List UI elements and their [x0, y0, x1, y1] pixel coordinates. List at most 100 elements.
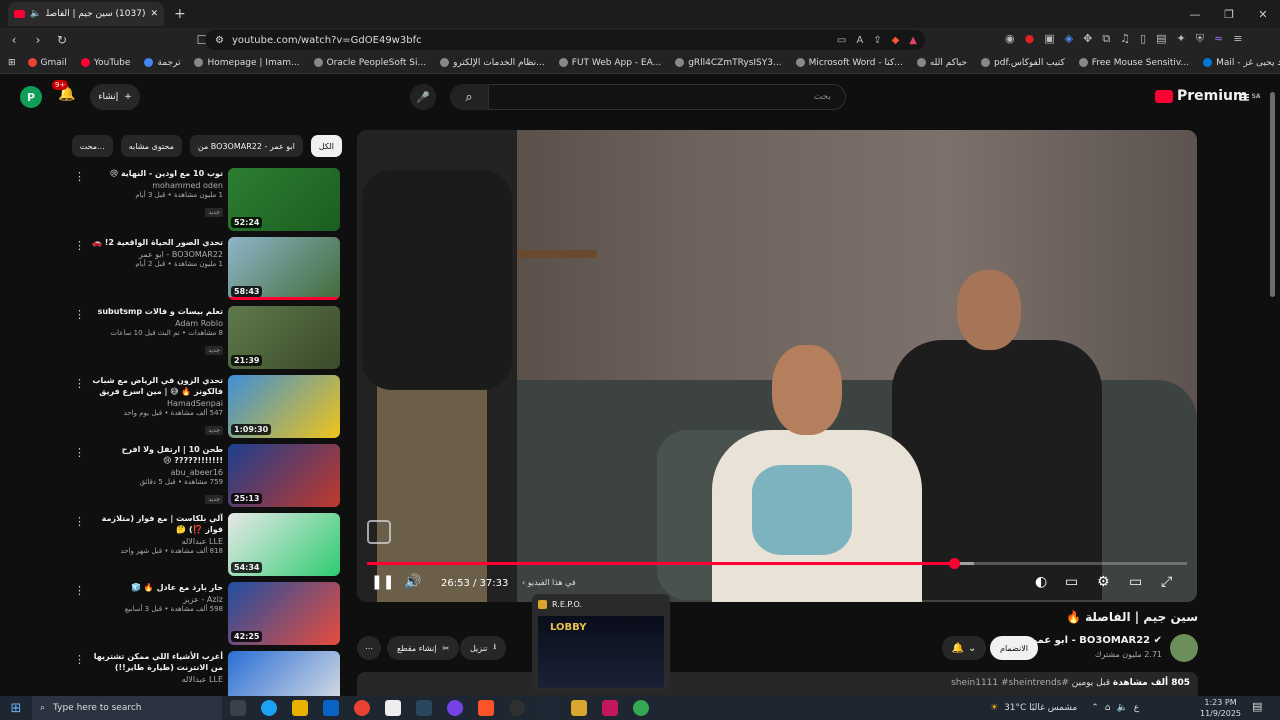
volume-icon[interactable]: 🔊 [404, 574, 421, 590]
bookmark-link[interactable]: gRll4CZmTRysISY3... [675, 58, 782, 68]
weather-icon[interactable]: ☀ [990, 703, 998, 713]
omnibox[interactable]: ⚙ youtube.com/watch?v=GdOE49w3bfc ▭ A ⇪ … [205, 30, 925, 50]
bookmark-pdf[interactable]: pdf.كتيب الفوكاس [981, 58, 1065, 68]
recommendation-title[interactable]: طحن 10 | ارتفل ولا افرح !!!!!!!????? 😢 [90, 444, 223, 466]
vpn-icon[interactable]: ⛨ [1196, 32, 1204, 46]
voice-search-icon[interactable]: 🎤 [410, 84, 436, 110]
taskbar-clock[interactable]: 1:23 PM 11/9/2025 [1200, 697, 1241, 719]
task-view-icon[interactable] [230, 700, 246, 716]
chip-more[interactable]: محت... [71, 135, 113, 157]
bookmark-translate[interactable]: ترجمة [144, 58, 180, 68]
more-vert-icon[interactable]: ⋮ [74, 515, 85, 528]
apps-grid-icon[interactable]: ⊞ [8, 58, 16, 68]
channel-avatar[interactable] [1170, 634, 1198, 662]
minimize-button[interactable]: — [1178, 0, 1212, 28]
brave-rewards-icon[interactable]: ▲ [909, 35, 917, 46]
recommendation-item[interactable]: ⋮ أغرب الأشياء اللي ممكن تشتريها من الانت… [60, 651, 342, 696]
search-input[interactable]: بحث [488, 84, 846, 110]
forward-button[interactable]: › [28, 33, 48, 47]
recommendation-title[interactable]: تحدي الزون في الرياض مع شباب فالكونز 🔥 😅… [90, 375, 223, 397]
recommendation-channel[interactable]: LLE عبدالاله [90, 537, 223, 546]
recommendation-thumbnail[interactable]: 42:25 [228, 582, 340, 645]
description-box[interactable]: 805 ألف مشاهدة قبل يومين #shein1111 #she… [357, 672, 1198, 696]
recommendation-thumbnail[interactable] [228, 651, 340, 696]
recommendation-channel[interactable]: mohammed oden [90, 181, 223, 190]
chevron-up-icon[interactable]: ⌃ [1091, 703, 1099, 713]
browser-tab[interactable]: 🔈 (1037) سين جيم | الفاصلة 🔥 ✕ [8, 2, 164, 26]
share-icon[interactable]: ⇪ [873, 35, 881, 46]
recommendation-item[interactable]: ⋮ طحن 10 | ارتفل ولا افرح !!!!!!!????? 😢 a… [60, 444, 342, 513]
more-vert-icon[interactable]: ⋮ [74, 377, 85, 390]
speaker-icon[interactable]: 🔈 [30, 9, 41, 19]
recommendation-thumbnail[interactable]: 52:24 [228, 168, 340, 231]
guide-menu-icon[interactable]: ≡ [1238, 88, 1251, 106]
page-scrollbar[interactable] [1268, 92, 1276, 692]
more-vert-icon[interactable]: ⋮ [74, 446, 85, 459]
recommendation-item[interactable]: ⋮ تحدي الزون في الرياض مع شباب فالكونز 🔥 … [60, 375, 342, 444]
recommendation-item[interactable]: ⋮ آلي بلكاست | مع فواز (متلازمة فواز ⁉️) … [60, 513, 342, 582]
tab-close-icon[interactable]: ✕ [150, 9, 158, 19]
notifications-bell-icon[interactable]: 🔔 9+ [52, 80, 75, 102]
notification-center-icon[interactable]: ▤ [1252, 700, 1262, 713]
bookmark-word[interactable]: Microsoft Word - كتا... [795, 58, 903, 68]
acrobat-icon[interactable] [385, 700, 401, 716]
new-tab-button[interactable]: + [174, 6, 186, 22]
chip-related[interactable]: محتوى مشابه [120, 135, 182, 157]
extension-icon[interactable]: ⧉ [1102, 32, 1110, 46]
avatar[interactable]: P [20, 86, 42, 108]
recommendation-channel[interactable]: Adam Roblo [90, 319, 223, 328]
settings-gear-icon[interactable]: ⚙ [1097, 574, 1110, 590]
site-info-icon[interactable]: ⚙ [215, 35, 224, 46]
more-vert-icon[interactable]: ⋮ [74, 653, 85, 666]
obs-icon[interactable] [509, 700, 525, 716]
search-button[interactable]: ⌕ [450, 84, 488, 110]
recommendation-channel[interactable]: Aziz - عزيز [90, 595, 223, 604]
chrome-icon[interactable] [354, 700, 370, 716]
bookmark-gmail[interactable]: Gmail [27, 58, 67, 68]
brave-icon[interactable] [478, 700, 494, 716]
install-app-icon[interactable]: ▭ [837, 35, 846, 46]
recommendation-item[interactable]: ⋮ تعلم بيسات و فالات subutsmp Adam Roblo 8 … [60, 306, 342, 375]
brave-shield-icon[interactable]: ◆ [892, 35, 900, 46]
chapter-button[interactable]: في هذا الفيديو › [522, 578, 576, 587]
extension-icon[interactable]: ≈ [1214, 32, 1223, 46]
recommendation-thumbnail[interactable]: 54:34 [228, 513, 340, 576]
extension-icon[interactable]: ◉ [1005, 32, 1015, 46]
more-actions-button[interactable]: ⋯ [357, 636, 381, 660]
subtitles-icon[interactable]: ▭ [1065, 574, 1078, 590]
bookmark-fut[interactable]: FUT Web App - EA... [558, 58, 661, 68]
weather-text[interactable]: 31°C مشمس غالبًا [1004, 703, 1077, 713]
recommendation-item[interactable]: ⋮ حار بارد مع عادل 🔥 🧊 Aziz - عزيز 598 ألف … [60, 582, 342, 651]
recommendation-title[interactable]: تحدي الصور الحياة الواقعية 2! 🚗 [90, 237, 223, 248]
menu-icon[interactable]: ≡ [1233, 32, 1242, 46]
fullscreen-icon[interactable]: ⤢ [1161, 574, 1172, 590]
outlook-icon[interactable] [323, 700, 339, 716]
extension-icon[interactable]: ◈ [1065, 32, 1073, 46]
recommendation-title[interactable]: توب 10 مع اودين - النهاية 😢 [90, 168, 223, 179]
firefox-icon[interactable] [447, 700, 463, 716]
chip-all[interactable]: الكل [310, 135, 342, 157]
language-indicator[interactable]: ع [1134, 703, 1139, 713]
close-window-button[interactable]: ✕ [1246, 0, 1280, 28]
more-vert-icon[interactable]: ⋮ [74, 308, 85, 321]
recommendation-thumbnail[interactable]: 21:39 [228, 306, 340, 369]
join-button[interactable]: الانضمام [990, 636, 1038, 660]
recommendation-channel[interactable]: abu_abeer16 [90, 468, 223, 477]
clip-button[interactable]: إنشاء مقطع ✂ [387, 636, 460, 660]
bookmark-mail[interactable]: Mail - محمد يحيى غز... [1203, 58, 1280, 68]
music-icon[interactable]: ♫ [1120, 32, 1130, 46]
recommendation-title[interactable]: أغرب الأشياء اللي ممكن تشتريها من الانتر… [90, 651, 223, 673]
volume-icon[interactable]: 🔈 [1117, 703, 1128, 713]
edge-icon[interactable] [261, 700, 277, 716]
taskbar-search[interactable]: ⌕ Type here to search [32, 696, 222, 720]
recommendation-channel[interactable]: HamadSenpai [90, 399, 223, 408]
sidebar-icon[interactable]: ▯ [1140, 32, 1146, 46]
progress-bar[interactable] [367, 558, 1187, 569]
taskbar-window-preview[interactable]: R.E.P.O. LOBBY [532, 594, 670, 690]
puzzle-icon[interactable]: ✥ [1083, 32, 1092, 46]
more-vert-icon[interactable]: ⋮ [74, 239, 85, 252]
recommendation-title[interactable]: تعلم بيسات و فالات subutsmp [90, 306, 223, 317]
extension-icon[interactable]: ▣ [1044, 32, 1054, 46]
pause-icon[interactable]: ❚❚ [371, 574, 394, 590]
game-icon[interactable] [602, 700, 618, 716]
